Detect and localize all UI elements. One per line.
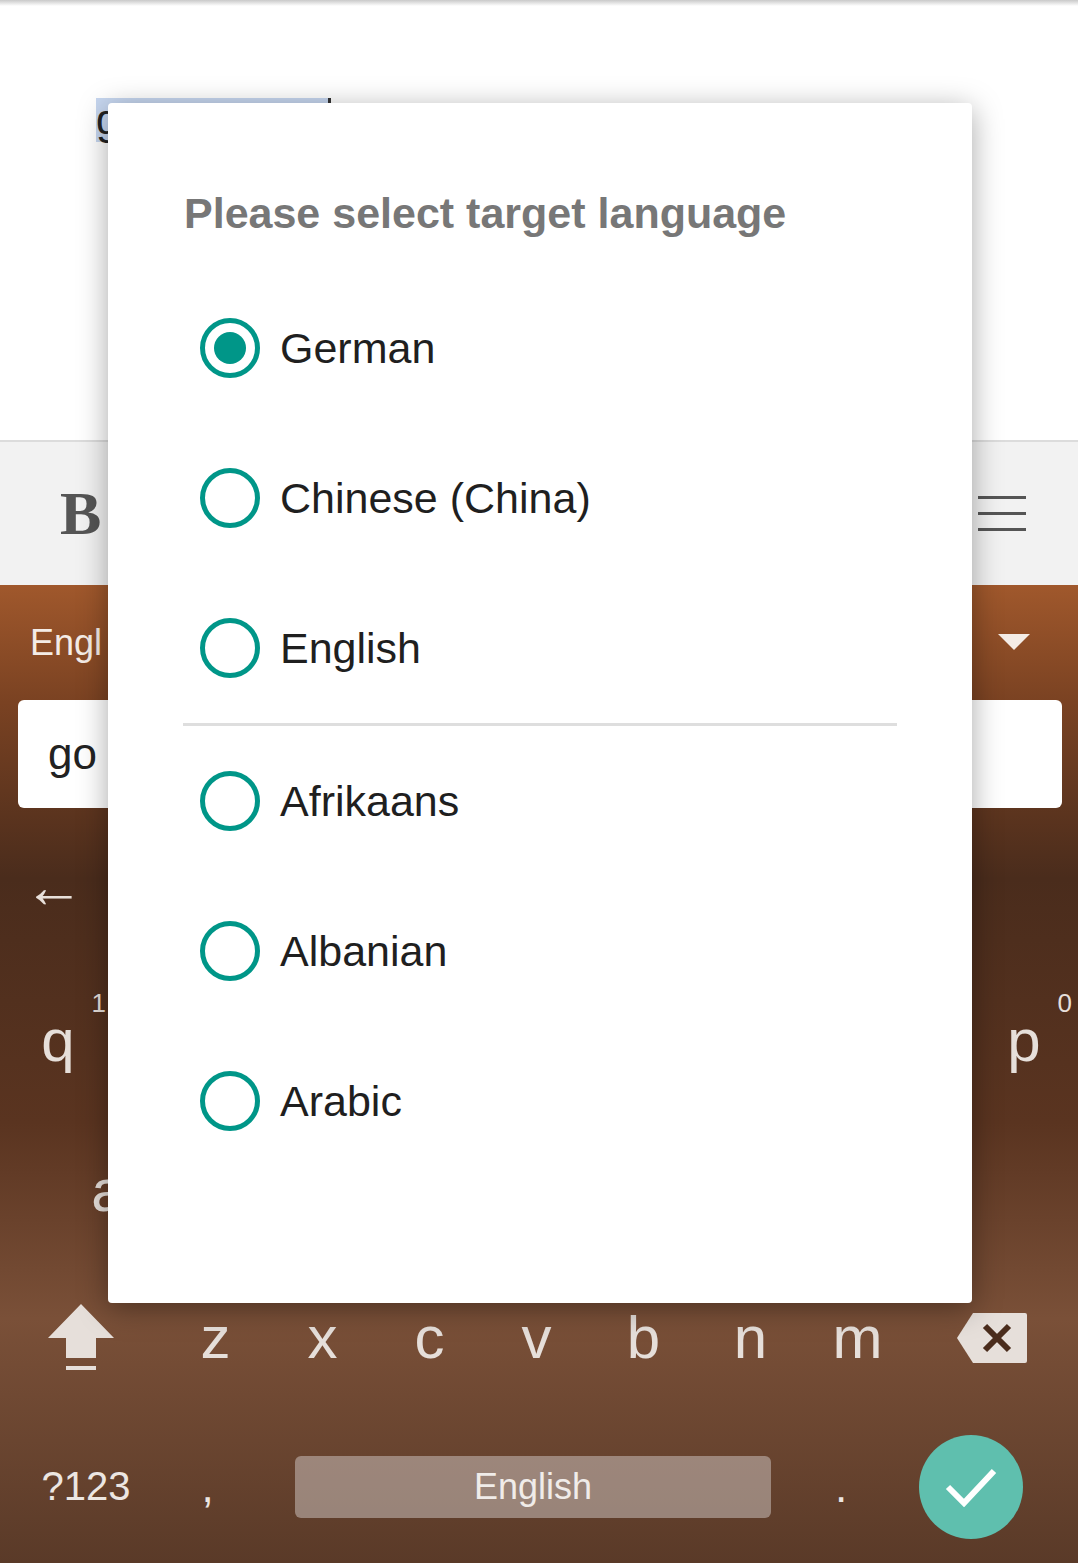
- check-icon: [944, 1467, 998, 1507]
- backspace-icon: [955, 1311, 1029, 1365]
- key[interactable]: p0: [970, 980, 1078, 1100]
- key[interactable]: q1: [4, 980, 112, 1100]
- key-hint: 1: [92, 988, 106, 1019]
- comma-key[interactable]: ,: [140, 1462, 275, 1512]
- language-option[interactable]: Chinese (China): [108, 423, 972, 573]
- symbols-key[interactable]: ?123: [32, 1464, 140, 1509]
- radio-button[interactable]: [200, 618, 260, 678]
- radio-button[interactable]: [200, 771, 260, 831]
- language-option[interactable]: English: [108, 573, 972, 723]
- language-label: Chinese (China): [280, 474, 591, 523]
- language-label: Albanian: [280, 927, 447, 976]
- key-hint: 0: [1058, 988, 1072, 1019]
- language-label: English: [280, 624, 421, 673]
- shift-icon: [46, 1302, 116, 1374]
- back-button[interactable]: ←: [24, 852, 84, 921]
- language-label: Arabic: [280, 1077, 402, 1126]
- language-option[interactable]: Arabic: [108, 1026, 972, 1176]
- key-row: ?123, English.: [0, 1410, 1078, 1563]
- dropdown-arrow-icon[interactable]: [998, 634, 1030, 652]
- space-bar[interactable]: English: [295, 1456, 771, 1518]
- radio-button[interactable]: [200, 921, 260, 981]
- language-option[interactable]: German: [108, 273, 972, 423]
- language-list[interactable]: German Chinese (China) English Afrikaans Alb…: [108, 273, 972, 1228]
- screen: gBEnglgo←q1p0azxcvbnm?123,English.Please…: [0, 0, 1078, 1563]
- dialog-title: Please select target language: [108, 187, 972, 239]
- language-dialog: Please select target language German Chine…: [108, 103, 972, 1303]
- radio-button[interactable]: [200, 1071, 260, 1131]
- language-option[interactable]: Afrikaans: [108, 726, 972, 876]
- radio-dot: [214, 332, 246, 364]
- language-option[interactable]: Albanian: [108, 876, 972, 1026]
- language-label: German: [280, 324, 435, 373]
- language-label: Afrikaans: [280, 777, 459, 826]
- radio-button[interactable]: [200, 468, 260, 528]
- language-label: Engl: [30, 622, 102, 664]
- period-key[interactable]: .: [791, 1462, 891, 1512]
- done-button[interactable]: [919, 1435, 1023, 1539]
- bold-button[interactable]: B: [60, 478, 101, 549]
- radio-button[interactable]: [200, 318, 260, 378]
- divider: [183, 723, 897, 726]
